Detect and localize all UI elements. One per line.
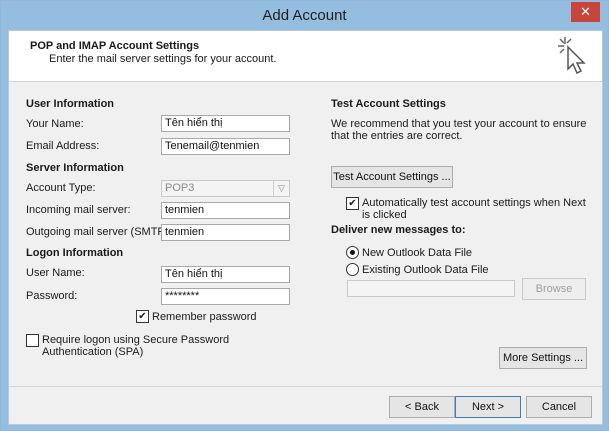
email-input[interactable] xyxy=(161,138,290,155)
auto-test-checkbox[interactable]: ✔ xyxy=(346,197,359,210)
more-settings-button[interactable]: More Settings ... xyxy=(499,347,587,369)
incoming-server-label: Incoming mail server: xyxy=(26,204,131,216)
add-account-window: Add Account ✕ POP and IMAP Account Setti… xyxy=(0,0,609,431)
incoming-server-input[interactable] xyxy=(161,202,290,219)
account-type-value: POP3 xyxy=(165,182,195,194)
existing-data-file-radio[interactable] xyxy=(346,263,359,276)
deliver-heading: Deliver new messages to: xyxy=(331,224,466,236)
auto-test-label: Automatically test account settings when… xyxy=(362,197,586,221)
dialog-client: POP and IMAP Account Settings Enter the … xyxy=(8,30,603,425)
header-subtitle: Enter the mail server settings for your … xyxy=(49,53,277,65)
data-file-path-input[interactable] xyxy=(347,280,515,297)
cancel-button[interactable]: Cancel xyxy=(526,396,592,418)
outgoing-server-input[interactable] xyxy=(161,224,290,241)
existing-data-file-label: Existing Outlook Data File xyxy=(362,264,489,276)
remember-password-checkbox[interactable]: ✔ xyxy=(136,310,149,323)
window-title: Add Account xyxy=(262,7,347,24)
outgoing-server-label: Outgoing mail server (SMTP): xyxy=(26,226,172,238)
test-account-settings-button[interactable]: Test Account Settings ... xyxy=(331,166,453,188)
account-type-label: Account Type: xyxy=(26,182,96,194)
test-settings-heading: Test Account Settings xyxy=(331,98,446,110)
new-data-file-label: New Outlook Data File xyxy=(362,247,473,259)
your-name-label: Your Name: xyxy=(26,118,84,130)
new-data-file-radio[interactable] xyxy=(346,246,359,259)
browse-button[interactable]: Browse xyxy=(522,278,586,300)
logon-info-heading: Logon Information xyxy=(26,247,124,259)
spa-checkbox[interactable] xyxy=(26,334,39,347)
test-settings-description: We recommend that you test your account … xyxy=(331,118,587,142)
account-type-select[interactable]: POP3 ▽ xyxy=(161,180,290,197)
spa-label: Require logon using Secure Password Auth… xyxy=(42,334,230,358)
header-title: POP and IMAP Account Settings xyxy=(30,40,200,52)
user-info-heading: User Information xyxy=(26,98,115,110)
email-label: Email Address: xyxy=(26,140,100,152)
cursor-sparkle-icon xyxy=(558,37,586,75)
chevron-down-icon: ▽ xyxy=(273,181,289,196)
dialog-body: User Information Your Name: Email Addres… xyxy=(9,82,602,424)
check-icon: ✔ xyxy=(348,198,357,209)
password-input[interactable] xyxy=(161,288,290,305)
remember-password-label: Remember password xyxy=(152,311,257,323)
close-button[interactable]: ✕ xyxy=(571,2,600,22)
close-icon: ✕ xyxy=(580,4,591,19)
user-name-input[interactable] xyxy=(161,266,290,283)
server-info-heading: Server Information xyxy=(26,162,124,174)
next-button[interactable]: Next > xyxy=(455,396,521,418)
back-button[interactable]: < Back xyxy=(389,396,455,418)
user-name-label: User Name: xyxy=(26,267,85,279)
your-name-input[interactable] xyxy=(161,115,290,132)
title-bar[interactable]: Add Account ✕ xyxy=(1,1,608,30)
dialog-header: POP and IMAP Account Settings Enter the … xyxy=(9,31,602,82)
check-icon: ✔ xyxy=(138,311,147,322)
password-label: Password: xyxy=(26,290,78,302)
footer-divider xyxy=(9,386,602,387)
